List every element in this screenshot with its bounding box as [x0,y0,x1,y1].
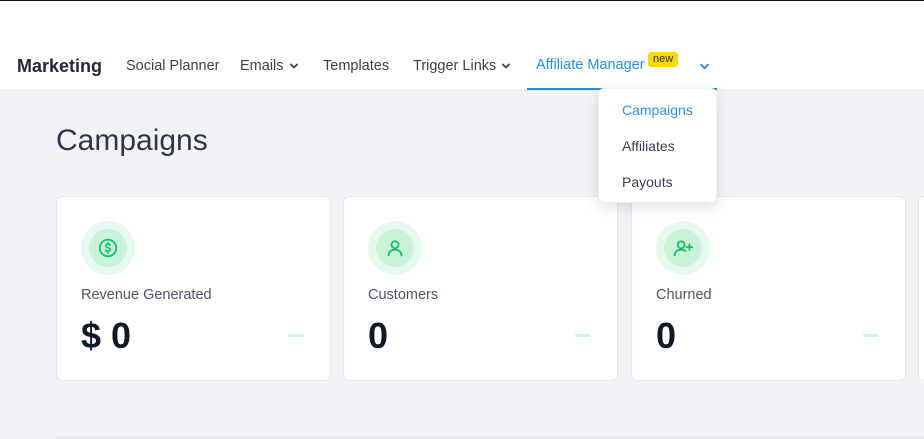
affiliate-manager-dropdown: Campaigns Affiliates Payouts [598,88,717,203]
nav-templates[interactable]: Templates [323,58,389,74]
customers-card: Customers 0 [343,196,618,381]
nav-social-planner[interactable]: Social Planner [126,58,220,74]
nav-label: Affiliate Manager [536,57,645,73]
revenue-card: Revenue Generated $ 0 [56,196,331,381]
customers-icon-badge [368,221,422,275]
dropdown-item-campaigns[interactable]: Campaigns [622,102,693,118]
nav-label: Emails [240,58,284,74]
user-icon [387,240,403,257]
card-label: Customers [368,287,439,303]
dropdown-item-affiliates[interactable]: Affiliates [622,138,675,154]
card-value: 0 [368,315,389,356]
user-plus-icon [673,240,694,257]
offscreen-card [918,196,924,381]
card-value: 0 [656,315,677,356]
nav-label: Templates [323,58,390,74]
card-value: $ 0 [81,315,132,356]
top-navigation-bar: Marketing Social Planner Emails Template… [0,0,924,91]
nav-affiliate-manager[interactable]: Affiliate Manager [536,57,645,73]
dollar-icon [98,238,118,258]
nav-label: Social Planner [126,58,220,74]
trend-indicator [288,334,304,337]
churned-card: Churned 0 [631,196,906,381]
nav-emails[interactable]: Emails [240,58,299,74]
brand-title: Marketing [17,56,103,76]
chevron-down-icon[interactable] [699,61,710,72]
new-badge: new [648,52,679,67]
card-label: Revenue Generated [81,287,212,303]
nav-trigger-links[interactable]: Trigger Links [413,58,511,74]
dropdown-item-payouts[interactable]: Payouts [622,174,673,190]
chevron-down-icon [289,63,298,69]
revenue-icon-badge [81,221,135,275]
churned-icon-badge [656,221,710,275]
chevron-down-icon [502,63,511,69]
page-title: Campaigns [56,124,208,157]
trend-indicator [575,334,591,337]
nav-label: Trigger Links [413,58,497,74]
card-label: Churned [656,287,712,303]
trend-indicator [863,334,879,337]
